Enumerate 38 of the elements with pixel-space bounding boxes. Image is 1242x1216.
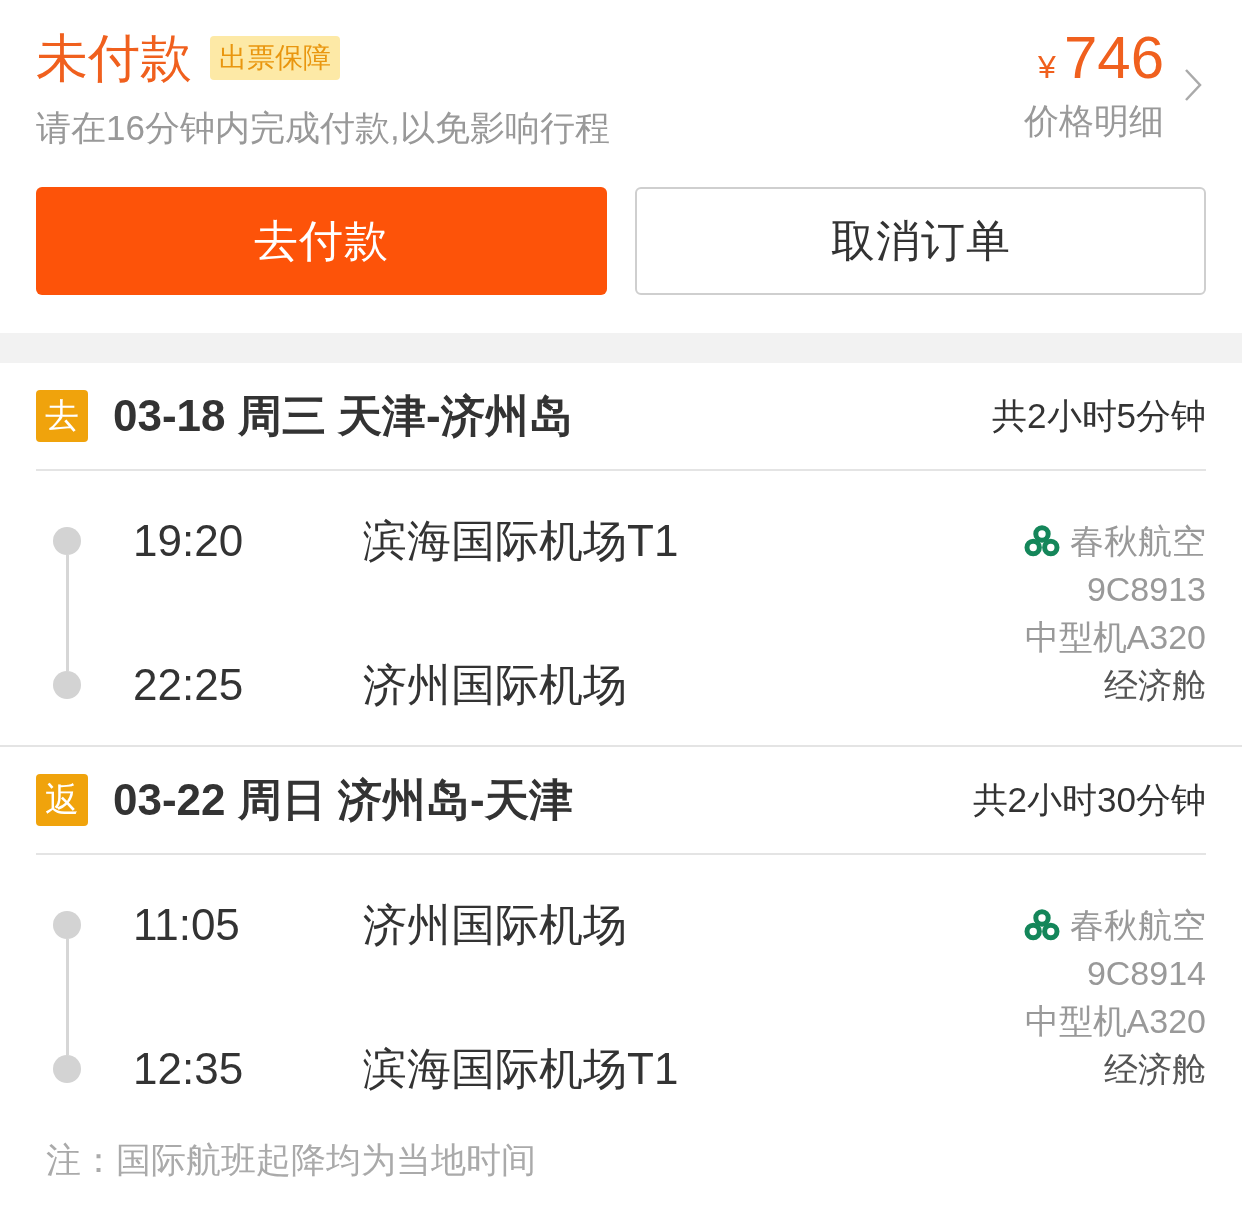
airline-logo-icon — [1024, 525, 1060, 557]
arrival-airport: 滨海国际机场T1 — [363, 1045, 679, 1093]
guarantee-badge: 出票保障 — [210, 36, 340, 80]
flight-number: 9C8914 — [1086, 953, 1206, 994]
aircraft-type: 中型机A320 — [1024, 617, 1206, 658]
flight-duration: 共2小时5分钟 — [992, 394, 1206, 437]
cabin-class: 经济舱 — [1104, 1049, 1206, 1090]
cabin-class: 经济舱 — [1104, 665, 1206, 706]
departure-time: 11:05 — [133, 901, 240, 949]
airline-name: 春秋航空 — [1070, 905, 1206, 946]
footnote: 注：国际航班起降均为当地时间 — [46, 1139, 536, 1181]
airline-logo-icon — [1024, 909, 1060, 941]
timeline-dot-icon — [53, 527, 81, 555]
route-title: 03-22 周日 济州岛-天津 — [113, 773, 573, 826]
order-status: 未付款 — [36, 28, 192, 89]
direction-tag: 去 — [36, 390, 88, 442]
departure-airport: 济州国际机场 — [363, 901, 627, 949]
arrival-time: 12:35 — [133, 1045, 244, 1093]
cancel-button[interactable]: 取消订单 — [635, 187, 1206, 295]
timeline-dot-icon — [53, 671, 81, 699]
price-amount: 746 — [1063, 26, 1164, 90]
departure-time: 19:20 — [133, 517, 244, 565]
pay-button[interactable]: 去付款 — [36, 187, 607, 295]
timeline-dot-icon — [53, 1055, 81, 1083]
chevron-right-icon[interactable] — [1184, 67, 1202, 102]
flight-duration: 共2小时30分钟 — [972, 778, 1206, 821]
currency-symbol: ¥ — [1038, 48, 1056, 87]
airline-name: 春秋航空 — [1070, 521, 1206, 562]
flight-number: 9C8913 — [1086, 569, 1206, 610]
route-title: 03-18 周三 天津-济州岛 — [113, 389, 573, 442]
payment-notice: 请在16分钟内完成付款,以免影响行程 — [36, 107, 610, 149]
aircraft-type: 中型机A320 — [1024, 1001, 1206, 1042]
direction-tag: 返 — [36, 774, 88, 826]
departure-airport: 滨海国际机场T1 — [363, 517, 679, 565]
timeline-dot-icon — [53, 911, 81, 939]
price-detail-link[interactable]: 价格明细 — [1024, 99, 1164, 143]
arrival-time: 22:25 — [133, 661, 244, 709]
arrival-airport: 济州国际机场 — [363, 661, 627, 709]
